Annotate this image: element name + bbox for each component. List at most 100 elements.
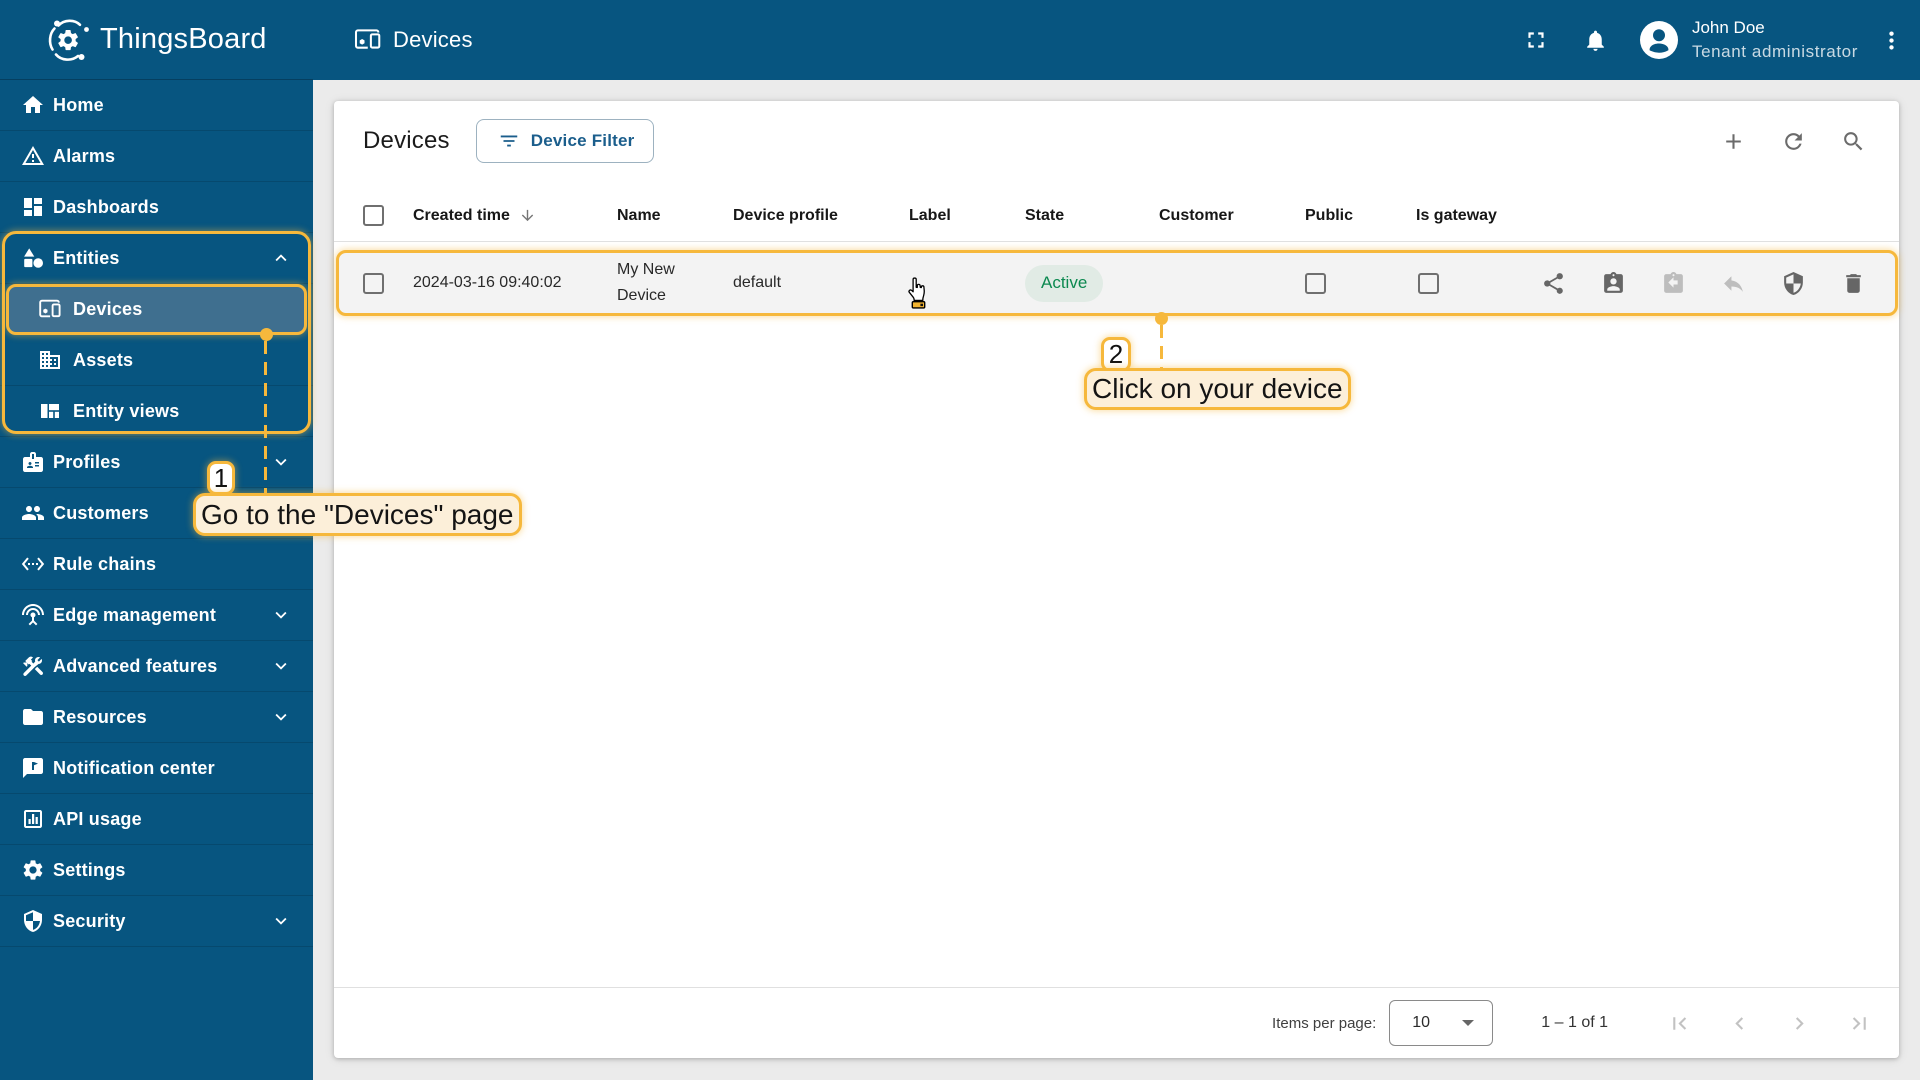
sidebar-item-label: Notification center: [53, 757, 215, 778]
sidebar-item-profiles[interactable]: Profiles: [0, 437, 313, 488]
cell-created-time: 2024-03-16 09:40:02: [413, 274, 562, 291]
sort-desc-icon: [521, 209, 534, 222]
add-device-button[interactable]: [1721, 129, 1746, 154]
column-header-device-profile[interactable]: Device profile: [733, 207, 909, 225]
card-header: Devices Device Filter: [334, 101, 1899, 190]
chevron-up-icon: [275, 254, 287, 262]
thingsboard-logo-icon: [48, 19, 89, 61]
sidebar-item-security[interactable]: Security: [0, 896, 313, 947]
sidebar-item-resources[interactable]: Resources: [0, 692, 313, 743]
column-header-created-time[interactable]: Created time: [413, 207, 617, 225]
notifications-bell-icon[interactable]: [1583, 28, 1608, 53]
sidebar-item-assets[interactable]: Assets: [0, 335, 313, 386]
table-header: Created time Name Device profile Label S…: [334, 190, 1899, 242]
user-role: Tenant administrator: [1691, 42, 1858, 61]
cell-name: My New Device: [617, 261, 675, 304]
make-public-icon[interactable]: [1541, 271, 1566, 296]
sidebar-item-label: Assets: [73, 349, 134, 370]
column-header-name[interactable]: Name: [617, 207, 733, 225]
column-header-label[interactable]: Label: [909, 207, 1025, 225]
sidebar-item-advanced-features[interactable]: Advanced features: [0, 641, 313, 692]
next-page-button[interactable]: [1787, 1011, 1812, 1036]
sidebar-item-entities[interactable]: Entities: [0, 233, 313, 284]
sidebar-item-edge-management[interactable]: Edge management: [0, 590, 313, 641]
items-per-page-select[interactable]: 10: [1389, 1000, 1494, 1046]
sidebar-item-label: Rule chains: [53, 553, 157, 574]
alarm-warning-icon: [22, 146, 44, 165]
fullscreen-icon[interactable]: [1523, 27, 1549, 53]
manage-credentials-icon[interactable]: [1781, 271, 1806, 296]
first-page-button[interactable]: [1667, 1011, 1692, 1036]
sidebar-item-label: Alarms: [53, 145, 116, 166]
make-private-icon[interactable]: [1721, 271, 1746, 296]
assets-building-icon: [40, 351, 60, 369]
sidebar-item-label: API usage: [53, 808, 142, 829]
sidebar: ThingsBoard Home Alarms Dashboards Entities…: [0, 0, 313, 1080]
avatar[interactable]: [1639, 20, 1679, 60]
assign-to-customer-icon[interactable]: [1601, 271, 1626, 296]
public-checkbox[interactable]: [1305, 272, 1326, 294]
notification-message-icon: [23, 758, 43, 778]
sidebar-item-label: Entities: [53, 247, 120, 268]
customers-people-icon: [22, 506, 44, 520]
sidebar-item-label: Advanced features: [53, 655, 218, 676]
filter-icon: [500, 135, 518, 147]
table-row[interactable]: 2024-03-16 09:40:02 My New Device defaul…: [336, 250, 1898, 316]
sidebar-item-customers[interactable]: Customers: [0, 488, 313, 539]
gateway-checkbox[interactable]: [1418, 272, 1439, 294]
sidebar-item-dashboards[interactable]: Dashboards: [0, 182, 313, 233]
chevron-down-icon: [275, 713, 287, 721]
cell-device-profile: default: [733, 274, 782, 291]
sidebar-menu: Home Alarms Dashboards Entities Devices Asset…: [0, 80, 313, 947]
sidebar-item-label: Resources: [53, 706, 147, 727]
sidebar-item-alarms[interactable]: Alarms: [0, 131, 313, 182]
topbar: Devices John Doe Tenant administrator: [313, 0, 1920, 80]
devices-page-icon: [354, 29, 381, 49]
resources-folder-icon: [23, 709, 43, 725]
sidebar-item-settings[interactable]: Settings: [0, 845, 313, 896]
table-body: 2024-03-16 09:40:02 My New Device defaul…: [334, 242, 1899, 320]
entity-views-icon: [41, 404, 59, 418]
select-all-checkbox[interactable]: [363, 205, 384, 226]
logo[interactable]: ThingsBoard: [0, 0, 313, 80]
select-dropdown-icon: [1462, 1020, 1475, 1026]
column-header-state[interactable]: State: [1025, 207, 1159, 225]
devices-icon: [39, 299, 61, 317]
content-area: Devices Device Filter Created time Name …: [313, 80, 1920, 1080]
state-active-chip: Active: [1025, 264, 1104, 302]
table-footer: Items per page: 10 1 – 1 of 1: [334, 987, 1899, 1058]
previous-page-button[interactable]: [1727, 1011, 1752, 1036]
last-page-button[interactable]: [1847, 1011, 1872, 1036]
sidebar-item-label: Edge management: [53, 604, 217, 625]
device-filter-button[interactable]: Device Filter: [475, 119, 655, 163]
sidebar-item-home[interactable]: Home: [0, 80, 313, 131]
user-info[interactable]: John Doe Tenant administrator: [1692, 16, 1858, 64]
dashboards-icon: [24, 198, 42, 216]
advanced-tools-icon: [23, 656, 44, 676]
pagination-range: 1 – 1 of 1: [1541, 1014, 1608, 1031]
sidebar-item-entity-views[interactable]: Entity views: [0, 386, 313, 437]
row-actions: [1524, 271, 1895, 296]
sidebar-item-label: Profiles: [53, 451, 121, 472]
column-header-is-gateway[interactable]: Is gateway: [1416, 207, 1524, 225]
sidebar-item-label: Settings: [53, 859, 126, 880]
unassign-from-customer-icon[interactable]: [1661, 271, 1686, 296]
items-per-page-label: Items per page:: [1272, 1014, 1377, 1032]
search-button[interactable]: [1841, 129, 1866, 154]
sidebar-item-rule-chains[interactable]: Rule chains: [0, 539, 313, 590]
sidebar-item-devices[interactable]: Devices: [6, 284, 307, 335]
delete-device-icon[interactable]: [1841, 271, 1866, 296]
sidebar-item-api-usage[interactable]: API usage: [0, 794, 313, 845]
column-header-public[interactable]: Public: [1305, 207, 1416, 225]
entities-shapes-icon: [24, 248, 43, 268]
more-menu-icon[interactable]: [1879, 28, 1904, 53]
sidebar-item-notification-center[interactable]: Notification center: [0, 743, 313, 794]
chevron-down-icon: [275, 917, 287, 925]
sidebar-item-label: Security: [53, 910, 126, 931]
cell-state: Active: [1025, 264, 1159, 302]
settings-gear-icon: [23, 860, 43, 880]
security-shield-icon: [24, 910, 42, 932]
column-header-customer[interactable]: Customer: [1159, 207, 1305, 225]
row-checkbox[interactable]: [363, 272, 384, 294]
refresh-button[interactable]: [1781, 129, 1806, 154]
